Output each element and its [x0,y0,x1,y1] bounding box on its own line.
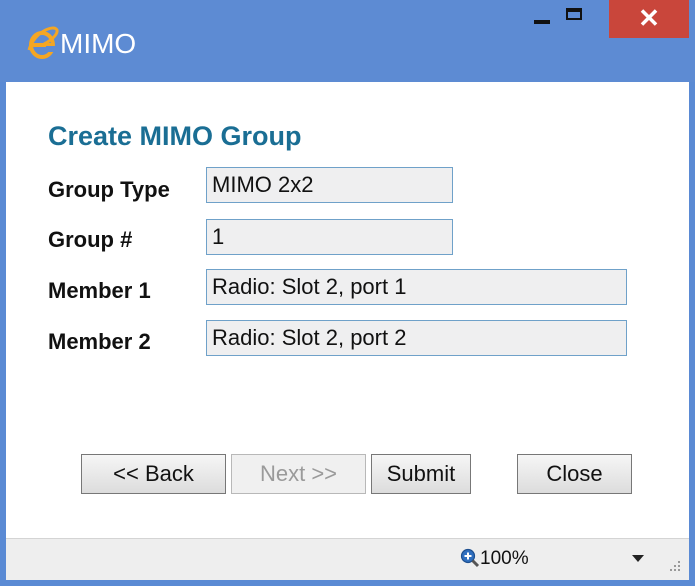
maximize-button[interactable] [556,0,596,36]
group-type-field[interactable]: MIMO 2x2 [206,167,453,203]
minimize-icon [534,20,550,24]
page-title: Create MIMO Group [48,121,302,151]
resize-grip-icon[interactable] [668,559,682,573]
back-button[interactable]: << Back [81,454,226,494]
member-2-label: Member 2 [48,329,151,354]
minimize-button[interactable] [521,0,561,36]
dialog-content: Create MIMO Group Group Type MIMO 2x2 Gr… [6,82,689,538]
member-1-field[interactable]: Radio: Slot 2, port 1 [206,269,627,305]
window-title: MIMO [60,28,137,59]
next-button[interactable]: Next >> [231,454,366,494]
chevron-down-icon[interactable] [632,555,644,562]
browser-window: MIMO ✕ Create MIMO Group Group Type MIMO… [0,0,695,586]
window-close-button[interactable]: ✕ [609,0,689,38]
title-bar[interactable]: MIMO ✕ [0,0,695,82]
maximize-icon [566,8,582,20]
group-number-label: Group # [48,227,133,252]
group-number-field[interactable]: 1 [206,219,453,255]
group-type-label: Group Type [48,177,170,202]
window-bottom-border [0,580,695,586]
internet-explorer-icon [27,26,59,59]
status-bar: 100% [6,538,689,580]
submit-button[interactable]: Submit [371,454,471,494]
close-icon: ✕ [638,3,660,33]
member-1-label: Member 1 [48,278,151,303]
member-2-field[interactable]: Radio: Slot 2, port 2 [206,320,627,356]
zoom-in-icon[interactable] [460,548,480,568]
zoom-level[interactable]: 100% [480,548,529,570]
close-button[interactable]: Close [517,454,632,494]
